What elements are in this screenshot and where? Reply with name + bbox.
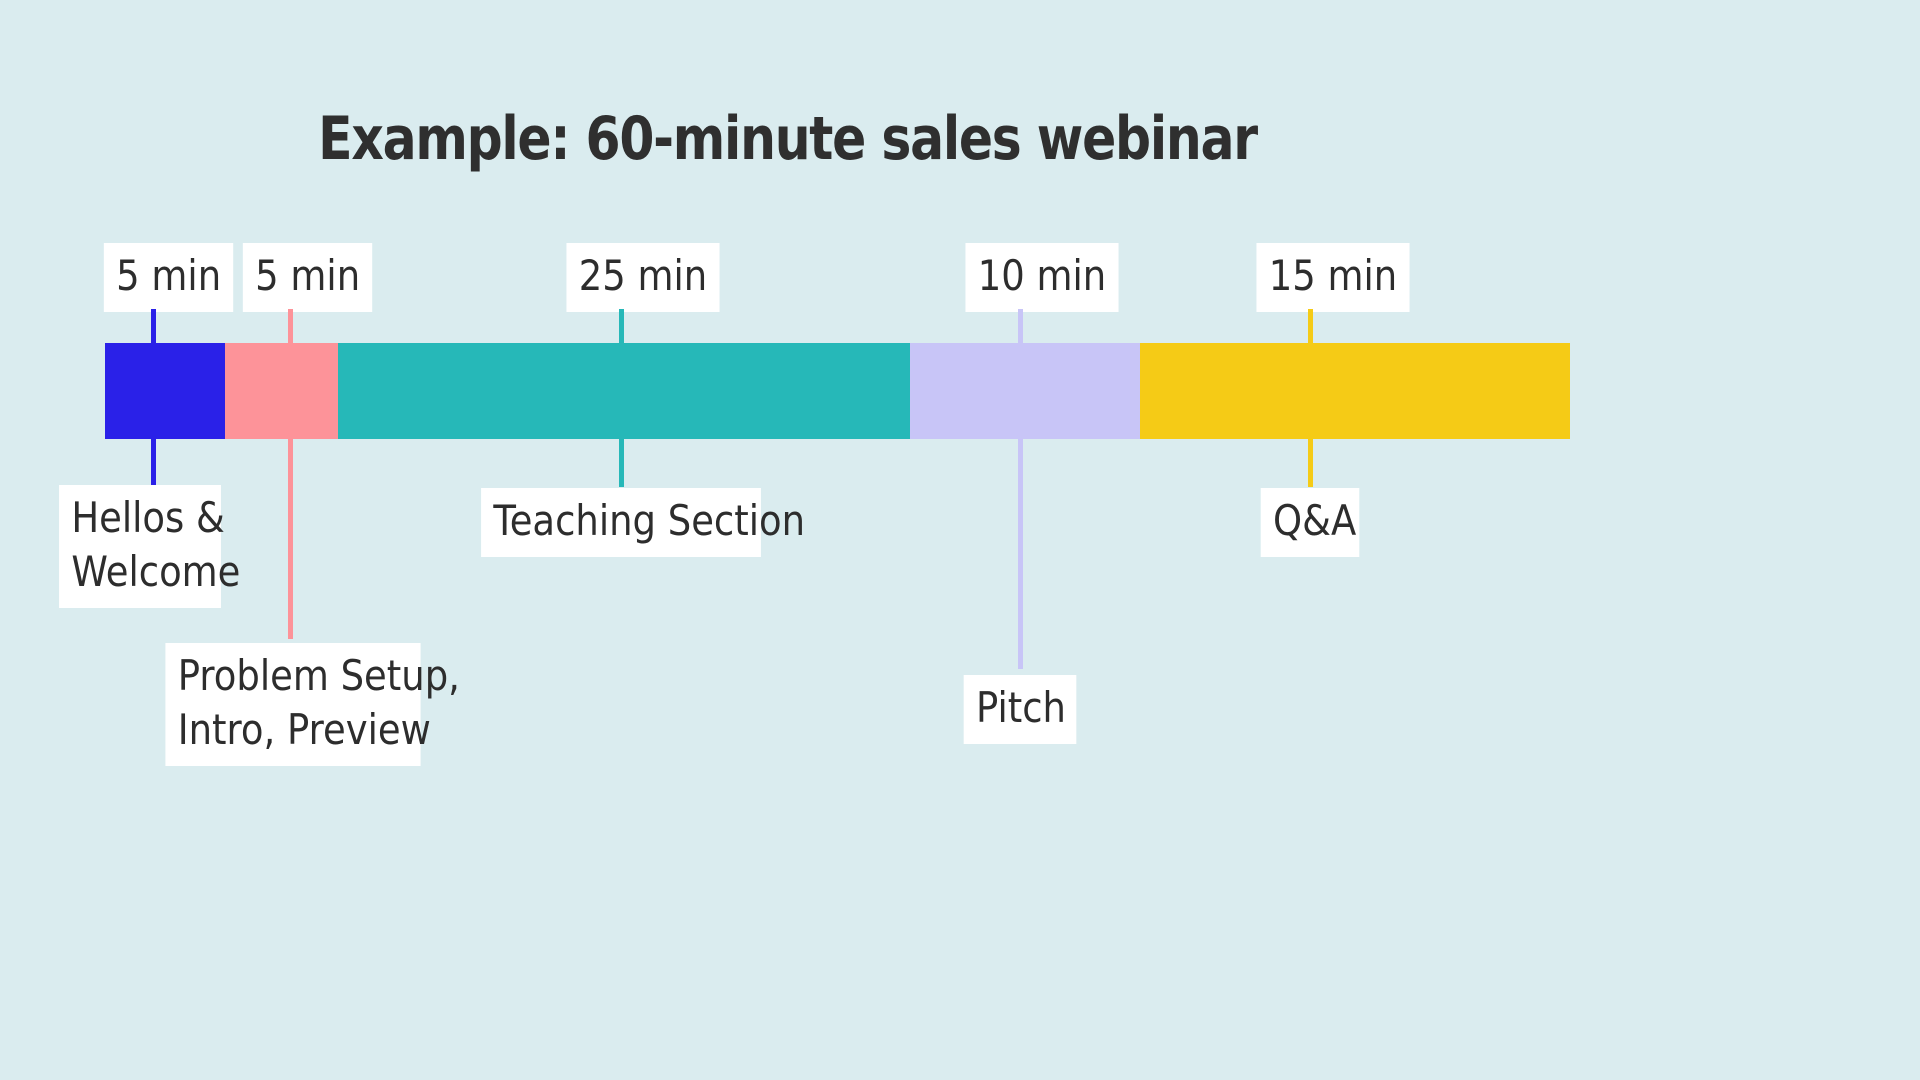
connector-line-teaching-section-top <box>619 309 624 345</box>
bar-segment-problem-setup[interactable] <box>225 343 338 439</box>
bar-segment-hellos-welcome[interactable] <box>105 343 225 439</box>
connector-line-problem-setup-bottom <box>288 439 293 639</box>
connector-line-pitch-top <box>1018 309 1023 345</box>
connector-line-qanda-bottom <box>1308 439 1313 487</box>
duration-label-hellos-welcome: 5 min <box>103 243 234 312</box>
duration-label-pitch: 10 min <box>965 243 1119 312</box>
duration-label-problem-setup: 5 min <box>242 243 373 312</box>
segment-label-problem-setup-line2: Intro, Preview <box>177 704 431 754</box>
segment-label-hellos-welcome-line2: Welcome <box>71 546 241 596</box>
bar-segment-pitch[interactable] <box>910 343 1140 439</box>
segment-label-problem-setup: Problem Setup, Intro, Preview <box>165 643 460 766</box>
timeline-bar <box>105 343 1570 439</box>
page-title: Example: 60-minute sales webinar <box>318 104 1258 174</box>
segment-label-teaching-section: Teaching Section <box>481 488 805 557</box>
bar-segment-qanda[interactable] <box>1140 343 1570 439</box>
segment-label-qanda-line1: Q&A <box>1273 496 1357 545</box>
segment-label-hellos-welcome-line1: Hellos & <box>71 493 225 542</box>
segment-label-pitch-line1: Pitch <box>976 683 1066 732</box>
connector-line-pitch-bottom <box>1018 439 1023 669</box>
connector-line-qanda-top <box>1308 309 1313 345</box>
segment-label-qanda: Q&A <box>1260 488 1360 557</box>
connector-line-hellos-welcome-bottom <box>151 439 156 487</box>
duration-label-teaching-section: 25 min <box>566 243 720 312</box>
segment-label-pitch: Pitch <box>963 675 1077 744</box>
segment-label-teaching-section-line1: Teaching Section <box>493 496 806 545</box>
timeline-diagram: Example: 60-minute sales webinar 5 min 5… <box>0 0 1920 1080</box>
connector-line-problem-setup-top <box>288 309 293 345</box>
segment-label-hellos-welcome: Hellos & Welcome <box>59 485 240 608</box>
duration-label-qanda: 15 min <box>1256 243 1410 312</box>
segment-label-problem-setup-line1: Problem Setup, <box>177 651 460 700</box>
bar-segment-teaching-section[interactable] <box>338 343 910 439</box>
connector-line-hellos-welcome-top <box>151 309 156 345</box>
connector-line-teaching-section-bottom <box>619 439 624 487</box>
